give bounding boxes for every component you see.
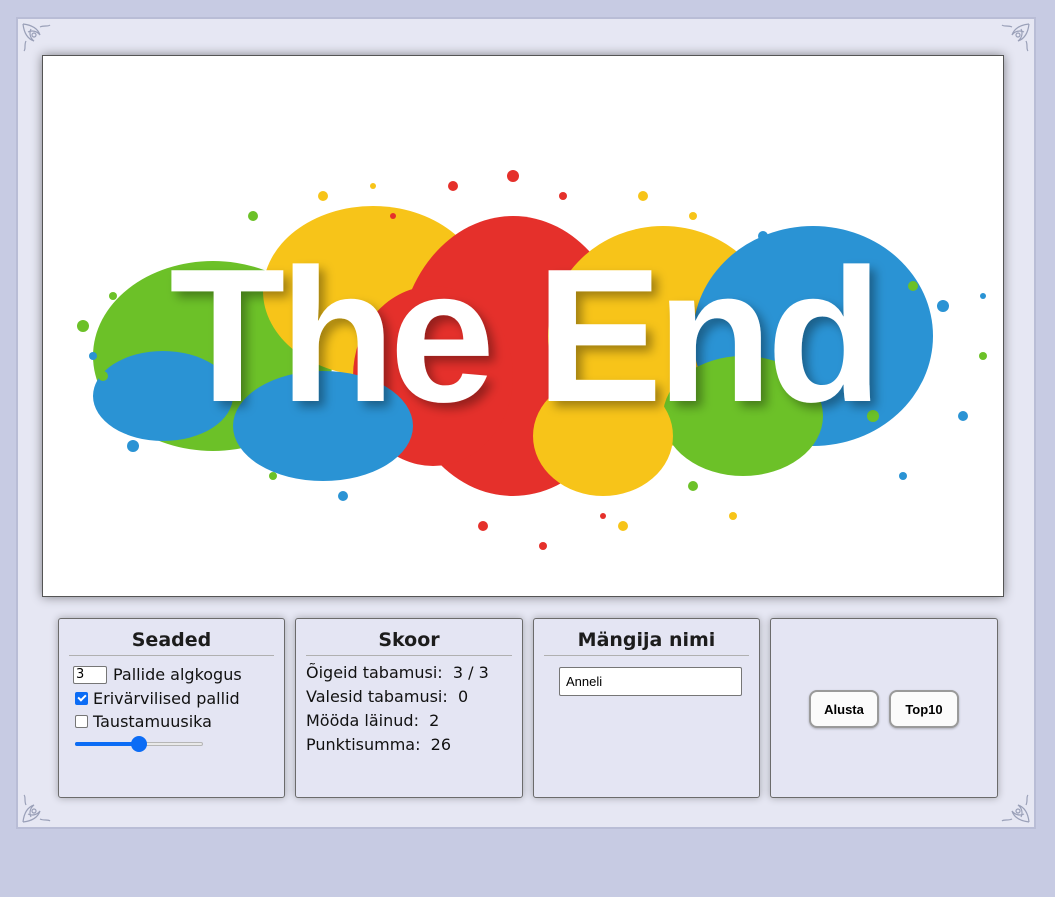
total-line: Punktisumma: 26 bbox=[306, 733, 522, 757]
player-name-input[interactable] bbox=[559, 667, 742, 696]
music-row[interactable]: Taustamuusika bbox=[73, 712, 284, 731]
wrong-hits-label: Valesid tabamusi: bbox=[306, 687, 448, 706]
top10-button[interactable]: Top10 bbox=[889, 690, 959, 728]
settings-title: Seaded bbox=[69, 629, 274, 656]
correct-hits-value: 3 / 3 bbox=[452, 663, 489, 682]
correct-hits-label: Õigeid tabamusi: bbox=[306, 663, 443, 682]
ball-count-label: Pallide algkogus bbox=[113, 665, 242, 684]
volume-slider[interactable] bbox=[75, 736, 203, 752]
volume-row bbox=[73, 736, 284, 752]
settings-panel: Seaded Pallide algkogus Erivärvilised pa… bbox=[58, 618, 285, 798]
total-value: 26 bbox=[430, 735, 452, 754]
the-end-text: The End bbox=[169, 230, 876, 442]
total-label: Punktisumma: bbox=[306, 735, 421, 754]
music-label: Taustamuusika bbox=[93, 712, 212, 731]
score-title: Skoor bbox=[306, 629, 512, 656]
correct-hits-line: Õigeid tabamusi: 3 / 3 bbox=[306, 661, 522, 685]
player-title: Mängija nimi bbox=[544, 629, 749, 656]
ball-count-input[interactable] bbox=[73, 665, 107, 684]
volume-slider-thumb[interactable] bbox=[131, 736, 147, 752]
wrong-hits-value: 0 bbox=[457, 687, 469, 706]
game-canvas[interactable]: The End bbox=[42, 55, 1004, 597]
ball-count-row: Pallide algkogus bbox=[73, 665, 284, 684]
colored-balls-label: Erivärvilised pallid bbox=[93, 689, 240, 708]
colored-balls-checkbox[interactable] bbox=[75, 692, 88, 705]
wrong-hits-line: Valesid tabamusi: 0 bbox=[306, 685, 522, 709]
missed-value: 2 bbox=[429, 711, 440, 730]
player-panel: Mängija nimi bbox=[533, 618, 760, 798]
actions-panel: Alusta Top10 bbox=[770, 618, 998, 798]
music-checkbox[interactable] bbox=[75, 715, 88, 728]
score-panel: Skoor Õigeid tabamusi: 3 / 3 Valesid tab… bbox=[295, 618, 523, 798]
start-button[interactable]: Alusta bbox=[809, 690, 879, 728]
corner-ornament-icon bbox=[992, 785, 1032, 825]
corner-ornament-icon bbox=[20, 785, 60, 825]
missed-label: Mööda läinud: bbox=[306, 711, 419, 730]
volume-slider-fill bbox=[75, 742, 139, 746]
the-end-splash-image: The End bbox=[77, 170, 987, 550]
colored-balls-row[interactable]: Erivärvilised pallid bbox=[73, 689, 284, 708]
missed-line: Mööda läinud: 2 bbox=[306, 709, 522, 733]
